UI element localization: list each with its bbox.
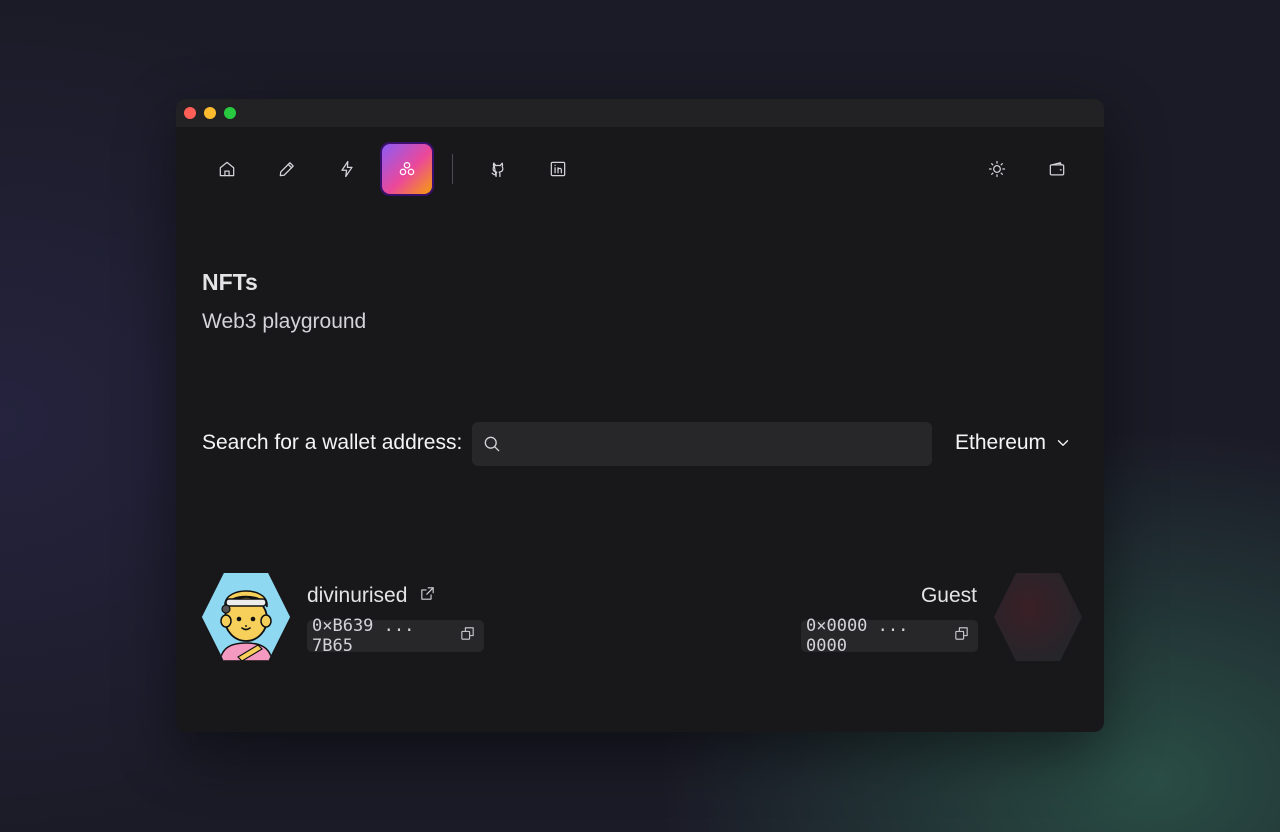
sun-icon	[988, 160, 1006, 178]
nav-nfts-button[interactable]	[382, 144, 432, 194]
nft-circles-icon	[399, 161, 415, 176]
user-right-name: Guest	[920, 584, 977, 607]
copy-right-address-button[interactable]	[953, 625, 970, 647]
lightning-icon	[341, 160, 353, 178]
nav-linkedin-button[interactable]	[533, 144, 583, 194]
nav-github-button[interactable]	[473, 144, 523, 194]
pencil-icon	[279, 162, 294, 177]
user-left-name: divinurised	[307, 584, 408, 607]
maximize-window-button[interactable]	[224, 107, 236, 119]
close-window-button[interactable]	[184, 107, 196, 119]
user-right-address-chip: 0×0000 ... 0000	[801, 616, 978, 656]
user-left-address-chip: 0×B639 ... 7B65	[307, 616, 484, 656]
wallet-search-input[interactable]	[512, 422, 932, 466]
title-bar	[176, 99, 1104, 127]
open-profile-link[interactable]	[419, 584, 436, 608]
user-left-header: divinurised	[307, 584, 436, 608]
user-left-address: 0×B639 ... 7B65	[312, 616, 415, 656]
nav-divider	[452, 154, 453, 184]
theme-toggle-button[interactable]	[972, 144, 1022, 194]
nav-home-button[interactable]	[202, 144, 252, 194]
wallet-button[interactable]	[1032, 144, 1082, 194]
copy-icon	[461, 627, 474, 640]
network-selector[interactable]: Ethereum	[955, 431, 1072, 455]
nav-snippets-button[interactable]	[322, 144, 372, 194]
search-label: Search for a wallet address:	[202, 431, 463, 454]
chevron-down-icon	[1057, 440, 1069, 446]
page-title: NFTs	[202, 269, 258, 295]
home-icon	[219, 161, 235, 177]
top-navigation	[176, 144, 1104, 194]
minimize-window-button[interactable]	[204, 107, 216, 119]
search-icon	[484, 436, 500, 452]
external-link-icon	[421, 587, 435, 600]
nft-ape-avatar-icon	[202, 573, 290, 661]
wallet-icon	[1049, 162, 1065, 176]
page-subtitle: Web3 playground	[202, 310, 367, 333]
nav-writing-button[interactable]	[262, 144, 312, 194]
app-window: NFTs Web3 playground Search for a wallet…	[176, 99, 1104, 732]
github-icon	[491, 162, 504, 178]
user-avatar	[202, 573, 290, 661]
linkedin-icon	[550, 161, 566, 177]
network-selected-label: Ethereum	[955, 431, 1047, 454]
copy-left-address-button[interactable]	[459, 625, 476, 647]
guest-avatar	[994, 573, 1082, 661]
copy-icon	[955, 627, 968, 640]
wallet-search-box[interactable]	[472, 422, 932, 466]
user-right-header: Guest	[921, 584, 977, 608]
user-right-address: 0×0000 ... 0000	[806, 616, 909, 656]
